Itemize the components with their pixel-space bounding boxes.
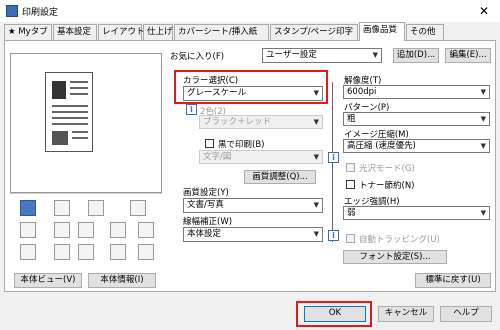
printer-icon bbox=[6, 5, 18, 17]
quality-adjust-button[interactable]: 画質調整(Q)... bbox=[244, 170, 316, 184]
quality-select[interactable]: 文書/写真 ▼ bbox=[183, 198, 323, 213]
option-icon-9 bbox=[138, 222, 154, 238]
tab-mytab[interactable]: ★ Myタブ bbox=[4, 24, 52, 40]
window-title: 印刷設定 bbox=[22, 8, 59, 18]
black-print-select[interactable]: 文字/図 ▼ bbox=[199, 150, 323, 164]
black-print-checkbox[interactable] bbox=[205, 139, 214, 148]
resolution-select[interactable]: 600dpi ▼ bbox=[343, 85, 490, 99]
auto-trapping-label: 自動トラッピング(U) bbox=[359, 235, 440, 245]
color-select-highlight bbox=[174, 70, 328, 104]
chevron-down-icon: ▼ bbox=[313, 230, 319, 238]
device-view-button[interactable]: 本体ビュー(V) bbox=[14, 273, 82, 288]
line-width-select[interactable]: 本体設定 ▼ bbox=[183, 227, 323, 242]
option-icon-3 bbox=[88, 200, 104, 216]
gloss-mode-label: 光沢モード(G) bbox=[359, 164, 415, 174]
black-print-label: 黒で印刷(B) bbox=[218, 140, 265, 150]
info-icon: i bbox=[186, 104, 197, 115]
tab-finishing[interactable]: 仕上げ bbox=[143, 24, 173, 40]
gloss-mode-checkbox[interactable] bbox=[346, 163, 355, 172]
tab-stamp[interactable]: スタンプ/ページ印字 bbox=[270, 24, 358, 40]
info-icon: i bbox=[328, 152, 339, 163]
preview-divider bbox=[10, 193, 162, 194]
option-icon-13 bbox=[110, 244, 126, 260]
edge-select[interactable]: 弱 ▼ bbox=[343, 206, 490, 220]
tab-strip: ★ Myタブ 基本設定 レイアウト 仕上げ カバーシート/挿入紙 スタンプ/ペー… bbox=[4, 22, 496, 41]
tab-basic[interactable]: 基本設定 bbox=[53, 24, 97, 40]
chevron-down-icon: ▼ bbox=[480, 209, 486, 217]
chevron-down-icon: ▼ bbox=[480, 115, 486, 123]
tab-other[interactable]: その他 bbox=[406, 24, 444, 40]
option-icon-12 bbox=[78, 244, 94, 260]
auto-trapping-checkbox[interactable] bbox=[346, 234, 355, 243]
device-info-button[interactable]: 本体情報(I) bbox=[88, 273, 156, 288]
favorites-edit-button[interactable]: 編集(E)... bbox=[445, 48, 491, 63]
chevron-down-icon: ▼ bbox=[480, 88, 486, 96]
option-icon-1 bbox=[20, 200, 36, 216]
chevron-down-icon: ▼ bbox=[480, 142, 486, 150]
quality-label: 画質設定(Y) bbox=[183, 188, 229, 198]
cancel-button[interactable]: キャンセル bbox=[378, 306, 434, 322]
info-icon: i bbox=[328, 230, 339, 241]
chevron-down-icon: ▼ bbox=[313, 201, 319, 209]
close-icon[interactable]: ✕ bbox=[474, 2, 494, 20]
chevron-down-icon: ▼ bbox=[313, 118, 319, 126]
ok-button-highlight bbox=[296, 301, 372, 327]
pattern-select[interactable]: 粗 ▼ bbox=[343, 112, 490, 126]
line-width-label: 線幅補正(W) bbox=[183, 217, 233, 227]
two-color-select[interactable]: ブラック＋レッド ▼ bbox=[199, 115, 323, 129]
option-icon-6 bbox=[54, 222, 70, 238]
star-icon: ★ bbox=[8, 27, 16, 37]
tab-image-quality[interactable]: 画像品質 bbox=[359, 22, 405, 41]
favorites-add-button[interactable]: 追加(D)... bbox=[393, 48, 439, 63]
help-button[interactable]: ヘルプ bbox=[440, 306, 492, 322]
option-icon-7 bbox=[78, 222, 94, 238]
option-icon-10 bbox=[20, 244, 36, 260]
favorites-label: お気に入り(F) bbox=[170, 52, 225, 62]
chevron-down-icon: ▼ bbox=[372, 51, 378, 59]
option-icon-11 bbox=[54, 244, 70, 260]
option-icon-5 bbox=[20, 222, 36, 238]
restore-defaults-button[interactable]: 標準に戻す(U) bbox=[415, 273, 491, 288]
document-preview-icon bbox=[45, 72, 93, 152]
font-settings-button[interactable]: フォント設定(S)... bbox=[343, 250, 447, 264]
option-icon-8 bbox=[110, 222, 126, 238]
toner-save-label: トナー節約(N) bbox=[359, 181, 415, 191]
favorites-select[interactable]: ユーザー設定 ▼ bbox=[262, 48, 382, 63]
option-icon-14 bbox=[138, 244, 154, 260]
chevron-down-icon: ▼ bbox=[313, 153, 319, 161]
toner-save-checkbox[interactable] bbox=[346, 180, 355, 189]
tab-layout[interactable]: レイアウト bbox=[98, 24, 145, 40]
title-bar: 印刷設定 ✕ bbox=[0, 0, 500, 22]
compression-select[interactable]: 高圧縮 (速度優先) ▼ bbox=[343, 139, 490, 153]
tab-cover-insert[interactable]: カバーシート/挿入紙 bbox=[174, 24, 269, 40]
option-icon-4 bbox=[130, 200, 146, 216]
option-icon-2 bbox=[54, 200, 70, 216]
